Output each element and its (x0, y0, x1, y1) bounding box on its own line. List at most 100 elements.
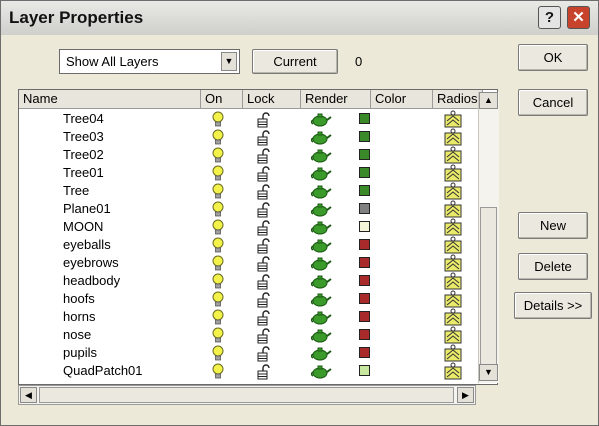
scroll-up-icon[interactable]: ▲ (479, 92, 498, 109)
layer-name[interactable]: Tree (63, 182, 89, 200)
column-header-color[interactable]: Color (371, 90, 433, 109)
layer-name[interactable]: QuadPatch01 (63, 362, 143, 380)
column-header-lock[interactable]: Lock (243, 90, 301, 109)
radiosity-icon[interactable] (443, 110, 463, 128)
layer-color-swatch[interactable] (359, 203, 370, 214)
layer-color-swatch[interactable] (359, 365, 370, 376)
lightbulb-icon[interactable] (212, 255, 225, 271)
layer-color-swatch[interactable] (359, 167, 370, 178)
details-button[interactable]: Details >> (514, 292, 592, 319)
layer-color-swatch[interactable] (359, 239, 370, 250)
padlock-icon[interactable] (257, 220, 270, 236)
layer-color-swatch[interactable] (359, 221, 370, 232)
horizontal-scrollbar[interactable]: ◀ ▶ (18, 385, 476, 405)
layer-name[interactable]: Tree01 (63, 164, 104, 182)
teapot-icon[interactable] (311, 310, 332, 325)
padlock-icon[interactable] (257, 256, 270, 272)
radiosity-icon[interactable] (443, 308, 463, 326)
layer-name[interactable]: eyebrows (63, 254, 119, 272)
table-row[interactable]: horns (19, 308, 477, 326)
padlock-icon[interactable] (257, 130, 270, 146)
layer-color-swatch[interactable] (359, 149, 370, 160)
lightbulb-icon[interactable] (212, 345, 225, 361)
teapot-icon[interactable] (311, 130, 332, 145)
layer-name[interactable]: Plane01 (63, 200, 111, 218)
radiosity-icon[interactable] (443, 326, 463, 344)
layer-name[interactable]: MOON (63, 218, 103, 236)
scroll-right-icon[interactable]: ▶ (457, 387, 474, 403)
column-header-name[interactable]: Name (19, 90, 201, 109)
teapot-icon[interactable] (311, 202, 332, 217)
layer-name[interactable]: headbody (63, 272, 120, 290)
title-bar[interactable]: Layer Properties ? ✕ (1, 1, 598, 35)
teapot-icon[interactable] (311, 184, 332, 199)
table-row[interactable]: Tree01 (19, 164, 477, 182)
radiosity-icon[interactable] (443, 164, 463, 182)
table-row[interactable]: hoofs (19, 290, 477, 308)
radiosity-icon[interactable] (443, 290, 463, 308)
lightbulb-icon[interactable] (212, 237, 225, 253)
lightbulb-icon[interactable] (212, 147, 225, 163)
teapot-icon[interactable] (311, 220, 332, 235)
table-row[interactable]: nose (19, 326, 477, 344)
padlock-icon[interactable] (257, 166, 270, 182)
lightbulb-icon[interactable] (212, 273, 225, 289)
lightbulb-icon[interactable] (212, 309, 225, 325)
lightbulb-icon[interactable] (212, 111, 225, 127)
padlock-icon[interactable] (257, 238, 270, 254)
layer-name[interactable]: nose (63, 326, 91, 344)
lightbulb-icon[interactable] (212, 183, 225, 199)
lightbulb-icon[interactable] (212, 129, 225, 145)
column-header-on[interactable]: On (201, 90, 243, 109)
layer-color-swatch[interactable] (359, 347, 370, 358)
padlock-icon[interactable] (257, 292, 270, 308)
scroll-left-icon[interactable]: ◀ (20, 387, 37, 403)
current-button[interactable]: Current (252, 49, 338, 74)
padlock-icon[interactable] (257, 184, 270, 200)
radiosity-icon[interactable] (443, 146, 463, 164)
teapot-icon[interactable] (311, 148, 332, 163)
teapot-icon[interactable] (311, 346, 332, 361)
lightbulb-icon[interactable] (212, 219, 225, 235)
table-row[interactable]: Tree02 (19, 146, 477, 164)
lightbulb-icon[interactable] (212, 201, 225, 217)
layer-color-swatch[interactable] (359, 275, 370, 286)
close-button[interactable]: ✕ (567, 6, 590, 29)
teapot-icon[interactable] (311, 238, 332, 253)
padlock-icon[interactable] (257, 346, 270, 362)
scroll-thumb[interactable] (480, 207, 497, 365)
radiosity-icon[interactable] (443, 200, 463, 218)
ok-button[interactable]: OK (518, 44, 588, 71)
help-button[interactable]: ? (538, 6, 561, 29)
scroll-down-icon[interactable]: ▼ (479, 364, 498, 381)
radiosity-icon[interactable] (443, 254, 463, 272)
table-row[interactable]: Plane01 (19, 200, 477, 218)
padlock-icon[interactable] (257, 364, 270, 380)
horizontal-scroll-thumb[interactable] (39, 387, 454, 403)
padlock-icon[interactable] (257, 274, 270, 290)
new-button[interactable]: New (518, 212, 588, 239)
layer-name[interactable]: Tree03 (63, 128, 104, 146)
layer-color-swatch[interactable] (359, 311, 370, 322)
table-row[interactable]: eyebrows (19, 254, 477, 272)
layer-filter-dropdown[interactable]: Show All Layers ▼ (59, 49, 240, 74)
layer-color-swatch[interactable] (359, 329, 370, 340)
cancel-button[interactable]: Cancel (518, 89, 588, 116)
padlock-icon[interactable] (257, 310, 270, 326)
radiosity-icon[interactable] (443, 182, 463, 200)
layer-color-swatch[interactable] (359, 293, 370, 304)
vertical-scrollbar[interactable]: ▲ ▼ (478, 92, 499, 383)
radiosity-icon[interactable] (443, 236, 463, 254)
teapot-icon[interactable] (311, 256, 332, 271)
lightbulb-icon[interactable] (212, 291, 225, 307)
layer-list[interactable]: Name On Lock Render Color Radios Tree04 T… (18, 89, 498, 385)
layer-name[interactable]: Tree02 (63, 146, 104, 164)
column-header-radios[interactable]: Radios (433, 90, 483, 109)
padlock-icon[interactable] (257, 328, 270, 344)
layer-name[interactable]: eyeballs (63, 236, 111, 254)
table-row[interactable]: headbody (19, 272, 477, 290)
layer-name[interactable]: horns (63, 308, 96, 326)
layer-color-swatch[interactable] (359, 113, 370, 124)
lightbulb-icon[interactable] (212, 165, 225, 181)
padlock-icon[interactable] (257, 148, 270, 164)
